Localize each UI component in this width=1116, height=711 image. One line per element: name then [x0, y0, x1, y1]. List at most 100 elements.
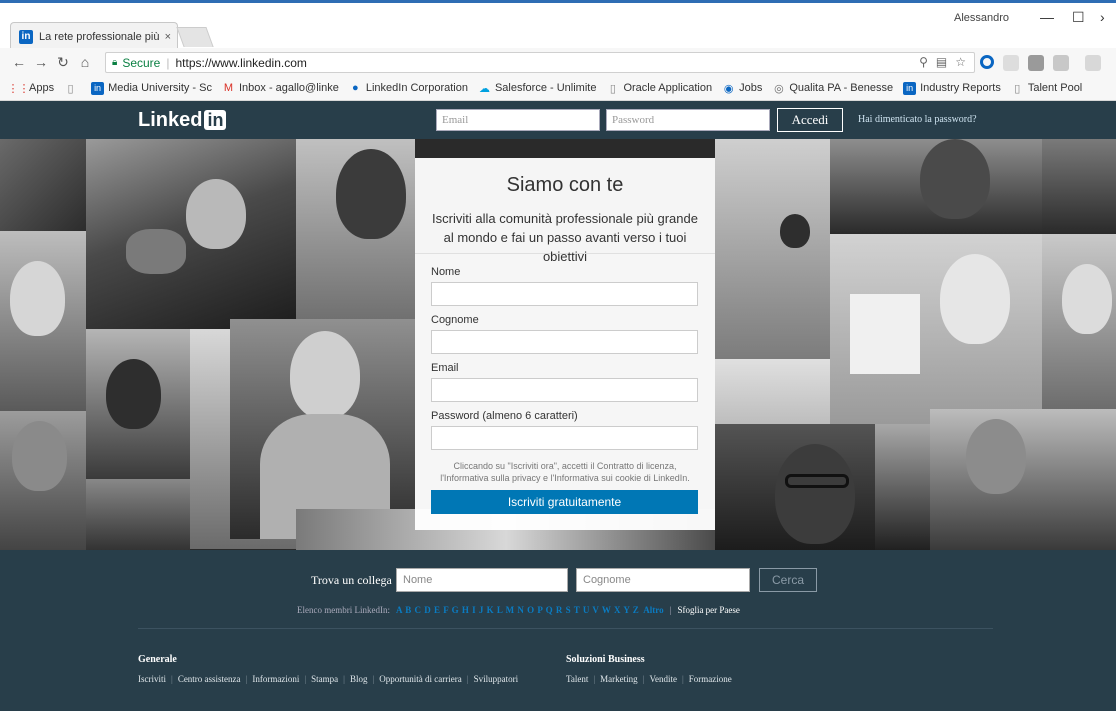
bookmark-item[interactable]: ● LinkedIn Corporation — [349, 82, 468, 95]
bookmark-label: Industry Reports — [920, 82, 1001, 94]
password-input[interactable] — [431, 426, 698, 450]
new-tab-button[interactable] — [176, 27, 214, 47]
footer-link[interactable]: Blog — [350, 674, 368, 684]
profile-name[interactable]: Alessandro — [954, 12, 1009, 24]
header-email-input[interactable]: Email — [436, 109, 600, 131]
signin-button[interactable]: Accedi — [777, 108, 843, 132]
last-name-input[interactable] — [431, 330, 698, 354]
bookmark-label: Oracle Application — [623, 82, 713, 94]
globe-icon: ◎ — [774, 82, 784, 95]
link-separator: | — [245, 674, 248, 684]
email-input[interactable] — [431, 378, 698, 402]
reload-icon[interactable]: ↻ — [52, 54, 74, 71]
page-icon: ▯ — [609, 82, 616, 95]
translate-icon[interactable]: ▤ — [936, 55, 947, 69]
photo-tile — [0, 139, 86, 231]
address-bar[interactable]: 🔒︎ Secure | https://www.linkedin.com ⚲ ▤… — [105, 52, 975, 73]
bookmark-label: Apps — [29, 82, 55, 94]
link-separator: | — [304, 674, 307, 684]
back-arrow-icon[interactable]: ← — [8, 54, 30, 70]
photo-tile — [86, 329, 190, 479]
extension-icon[interactable] — [1003, 55, 1019, 71]
general-links: Iscriviti | Centro assistenza | Informazioni… — [138, 673, 538, 686]
photo-tile — [1042, 139, 1116, 234]
bookmark-item[interactable]: in Media University - Sc — [91, 81, 212, 95]
bookmark-item[interactable]: M Inbox - agallo@linke — [222, 82, 339, 95]
footer-link[interactable]: Marketing — [600, 674, 638, 684]
signup-card: Siamo con te Iscriviti alla comunità pro… — [415, 158, 715, 530]
linkedin-footer: Trova un collega Nome Cognome Cerca Elen… — [0, 550, 1116, 711]
search-colleague-button[interactable]: Cerca — [759, 568, 817, 592]
close-tab-icon[interactable]: × — [165, 31, 171, 43]
bookmark-item[interactable]: ◎ Qualita PA - Benesse — [772, 82, 893, 95]
bookmarks-bar: ⋮⋮ Apps ▯ in Media University - Sc M Inbox - a… — [0, 76, 1116, 101]
extension-circle-icon[interactable] — [980, 55, 994, 69]
footer-link[interactable]: Opportunità di carriera — [379, 674, 461, 684]
maximize-icon[interactable]: ☐ — [1072, 9, 1085, 26]
link-separator: | — [171, 674, 173, 684]
bookmark-item[interactable]: ⋮⋮ Apps — [8, 82, 55, 95]
bookmark-item[interactable]: ◉ Jobs — [722, 82, 763, 95]
bookmark-item[interactable]: ☁ Salesforce - Unlimite — [478, 82, 596, 95]
footer-link[interactable]: Formazione — [689, 674, 732, 684]
directory-letters[interactable]: A B C D E F G H I J K L M N O P Q R S T … — [396, 605, 639, 615]
url-text[interactable]: https://www.linkedin.com — [175, 56, 306, 70]
footer-link[interactable]: Vendite — [649, 674, 677, 684]
signup-title: Siamo con te — [506, 174, 624, 196]
footer-link[interactable]: Stampa — [311, 674, 338, 684]
forward-arrow-icon[interactable]: → — [30, 54, 52, 70]
footer-link[interactable]: Iscriviti — [138, 674, 166, 684]
colleague-last-name-input[interactable]: Cognome — [576, 568, 750, 592]
extension-icon[interactable] — [1028, 55, 1044, 71]
header-password-input[interactable]: Password — [606, 109, 770, 131]
bookmark-item[interactable]: ▯ Oracle Application — [606, 82, 712, 95]
gmail-icon: M — [223, 82, 234, 94]
bookmark-star-icon[interactable]: ☆ — [955, 55, 966, 69]
link-separator: | — [681, 674, 684, 684]
browse-by-country-link[interactable]: Sfoglia per Paese — [677, 605, 739, 615]
browser-tab[interactable]: in La rete professionale più × — [10, 22, 178, 50]
forgot-password-link[interactable]: Hai dimenticato la password? — [858, 114, 977, 125]
signup-form: Nome Cognome Email Password (almeno 6 ca… — [415, 254, 715, 514]
home-icon[interactable]: ⌂ — [74, 54, 96, 70]
photo-tile — [86, 479, 190, 550]
bookmark-item[interactable]: ▯ Talent Pool — [1011, 82, 1082, 95]
password-label: Password (almeno 6 caratteri) — [431, 410, 578, 422]
link-separator: | — [343, 674, 345, 684]
bookmark-item[interactable]: in Industry Reports — [903, 81, 1001, 95]
colleague-first-name-input[interactable]: Nome — [396, 568, 568, 592]
footer-link[interactable]: Talent — [566, 674, 588, 684]
page-icon: ▯ — [1014, 82, 1021, 95]
chevron-right-icon[interactable]: › — [1100, 9, 1105, 25]
extension-icon[interactable] — [1053, 55, 1069, 71]
bookmark-label: Qualita PA - Benesse — [789, 82, 894, 94]
terms-text: Cliccando su "Iscriviti ora", accetti il… — [440, 461, 690, 483]
bookmark-label: Jobs — [739, 82, 763, 94]
linkedin-icon: in — [91, 81, 105, 95]
photo-tile — [930, 409, 1116, 550]
circle-icon: ● — [352, 82, 359, 94]
extension-icon[interactable] — [1085, 55, 1101, 71]
bookmark-label: Inbox - agallo@linke — [239, 82, 339, 94]
secure-label: Secure — [122, 55, 161, 70]
bookmark-label: Talent Pool — [1027, 82, 1083, 94]
bookmark-label: LinkedIn Corporation — [365, 82, 468, 94]
footer-link[interactable]: Sviluppatori — [474, 674, 519, 684]
photo-chef — [230, 319, 415, 539]
find-colleague-label: Trova un collega — [311, 573, 392, 587]
url-separator: | — [166, 55, 170, 70]
join-free-button[interactable]: Iscriviti gratuitamente — [431, 490, 698, 514]
linkedin-logo[interactable]: Linked in — [138, 109, 227, 132]
photo-man-glasses — [715, 424, 875, 550]
minimize-icon[interactable]: — — [1040, 9, 1054, 25]
footer-link[interactable]: Centro assistenza — [178, 674, 241, 684]
directory-more-link[interactable]: Altro — [643, 605, 663, 615]
directory-label: Elenco membri LinkedIn: — [297, 605, 390, 615]
photo-runner — [715, 139, 830, 359]
footer-link[interactable]: Informazioni — [252, 674, 299, 684]
first-name-input[interactable] — [431, 282, 698, 306]
bookmark-item[interactable]: ▯ — [64, 82, 81, 95]
zoom-icon[interactable]: ⚲ — [919, 55, 928, 69]
photo-tile — [296, 139, 415, 329]
photo-tile — [0, 231, 86, 411]
